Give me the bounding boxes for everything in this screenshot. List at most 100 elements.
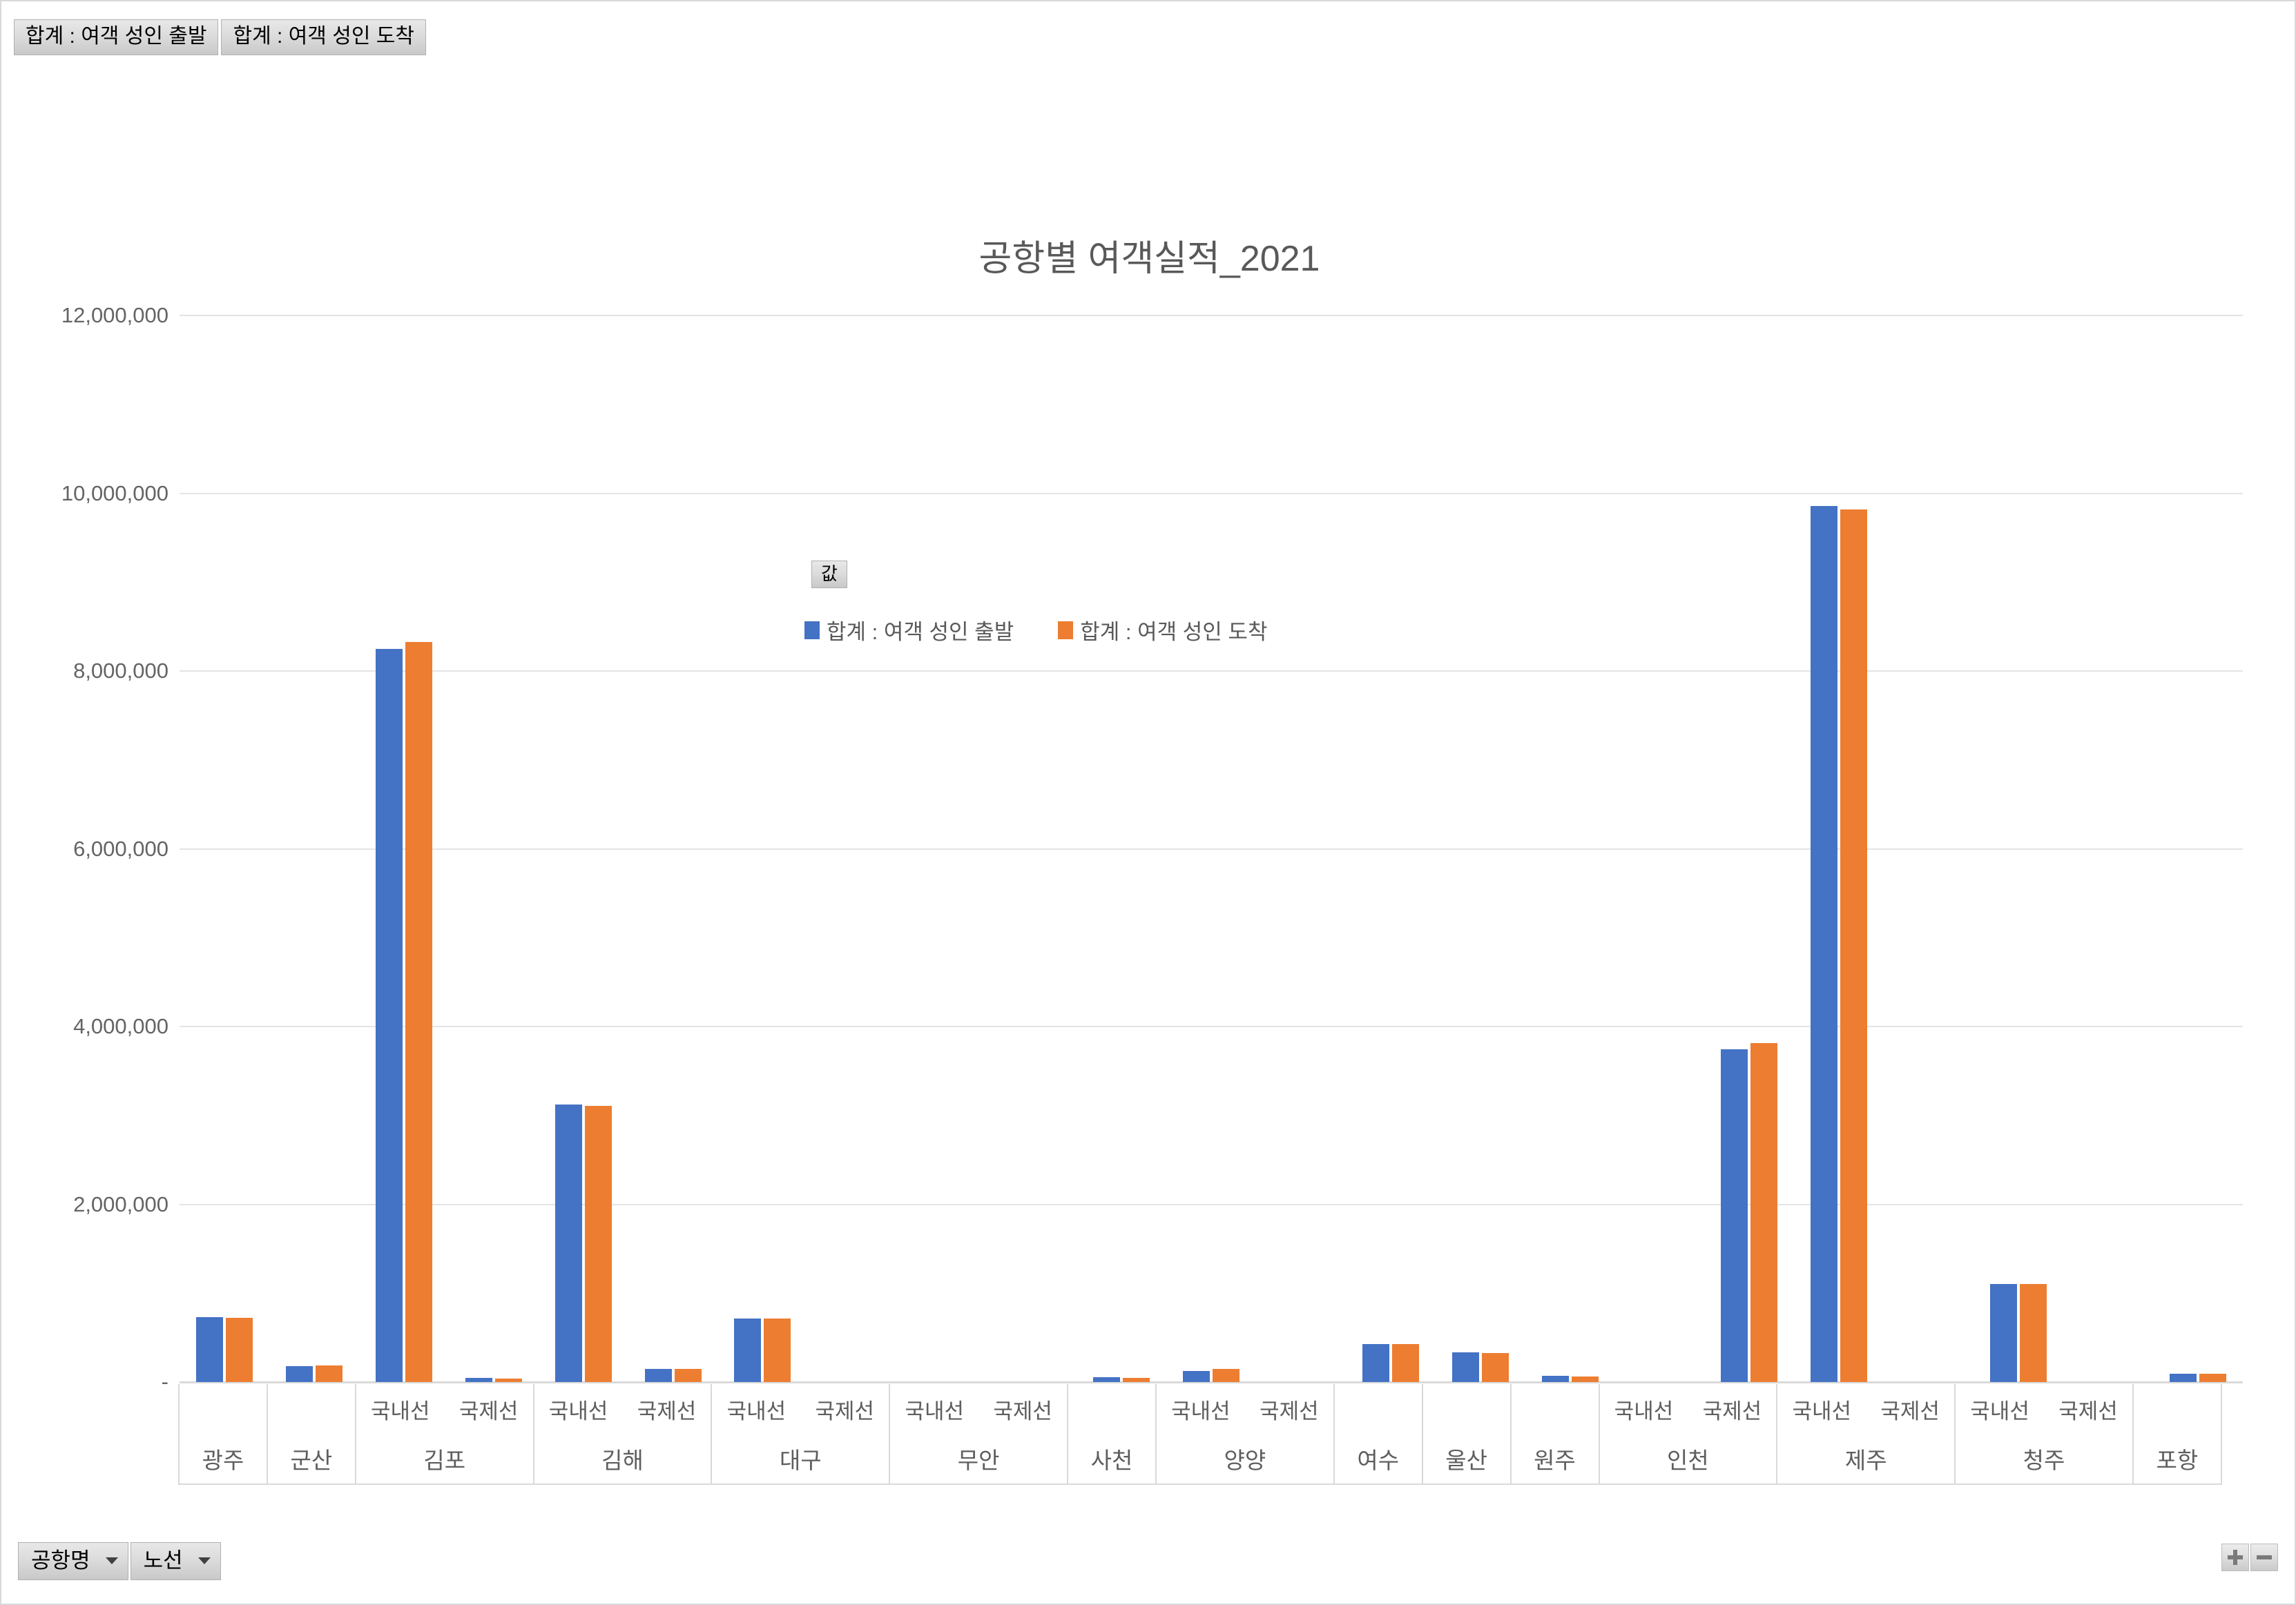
category-sublabel-row [1335, 1384, 1422, 1434]
bar[interactable] [1840, 509, 1868, 1382]
expand-field-button[interactable] [2221, 1544, 2249, 1571]
category-group[interactable]: 국내선 국제선 김해 [532, 1384, 713, 1485]
collapse-field-button[interactable] [2250, 1544, 2278, 1571]
legend-entry[interactable]: 합계 : 여객 성인 도착 [1058, 614, 1267, 645]
bar[interactable] [315, 1365, 343, 1382]
category-group[interactable]: 원주 [1509, 1384, 1600, 1485]
y-axis-tick-label: 10,000,000 [61, 480, 168, 505]
bar[interactable] [1481, 1352, 1509, 1382]
category-sublabel: 국제선 [637, 1399, 697, 1423]
category-group[interactable]: 국내선 국제선 양양 [1155, 1384, 1335, 1485]
bar[interactable] [1990, 1283, 2018, 1382]
category-sublabel [268, 1384, 355, 1434]
category-group[interactable]: 광주 [178, 1384, 268, 1485]
y-axis-tick-label: 4,000,000 [73, 1014, 168, 1038]
category-sublabel: 국내선 [726, 1399, 787, 1423]
category-sublabel: 국제선 [2058, 1399, 2118, 1423]
category-group[interactable]: 국내선 국제선 김포 [354, 1384, 534, 1485]
value-field-button-departure[interactable]: 합계 : 여객 성인 출발 [14, 19, 219, 55]
category-group[interactable]: 포항 [2132, 1384, 2222, 1485]
category-group-label: 군산 [290, 1448, 333, 1474]
category-sublabel: 국제선 [993, 1399, 1052, 1423]
bar[interactable] [2199, 1374, 2227, 1382]
category-group[interactable]: 국내선 국제선 무안 [889, 1384, 1069, 1485]
bar[interactable] [405, 641, 432, 1382]
bar[interactable] [1123, 1377, 1150, 1382]
category-sublabel: 국내선 [370, 1399, 430, 1423]
bar[interactable] [1093, 1377, 1121, 1382]
bar[interactable] [1391, 1344, 1419, 1382]
chart-title: 공항별 여객실적_2021 [978, 239, 1320, 279]
category-sublabel-row [180, 1384, 267, 1434]
category-sublabel-row: 국내선 국제선 [712, 1384, 889, 1434]
legend-field-button-values[interactable]: 값 [811, 561, 847, 588]
category-sublabel: 국제선 [815, 1399, 875, 1423]
chevron-down-icon [197, 1557, 211, 1564]
category-group[interactable]: 울산 [1421, 1384, 1512, 1485]
category-group[interactable]: 국내선 국제선청주 [1954, 1384, 2134, 1485]
category-sublabel-row: 국내선 국제선 [1157, 1384, 1333, 1434]
axis-field-button-airport[interactable]: 공항명 [18, 1542, 128, 1580]
category-sublabel: 국제선 [1702, 1399, 1762, 1423]
bar[interactable] [1721, 1049, 1748, 1382]
bar[interactable] [375, 648, 403, 1382]
bar[interactable] [644, 1368, 672, 1382]
bar[interactable] [2170, 1373, 2197, 1382]
category-group-label: 제주 [1844, 1448, 1887, 1474]
bar[interactable] [734, 1318, 762, 1382]
bar[interactable] [1811, 506, 1838, 1382]
bar[interactable] [1213, 1368, 1239, 1382]
category-sublabel-row [1423, 1384, 1510, 1434]
chevron-down-icon [105, 1557, 118, 1564]
legend-swatch-icon [804, 621, 820, 639]
category-sublabel: 국제선 [1880, 1399, 1940, 1423]
category-sublabel-row: 국내선 국제선 [534, 1384, 711, 1434]
category-group[interactable]: 국내선 국제선 인천 [1598, 1384, 1778, 1485]
bar[interactable] [285, 1365, 313, 1382]
value-field-button-arrival-label: 합계 : 여객 성인 도착 [233, 25, 414, 48]
category-group[interactable]: 국내선 국제선대구 [711, 1384, 891, 1485]
category-group[interactable]: 사천 [1067, 1384, 1157, 1485]
category-group-label: 대구 [779, 1448, 822, 1474]
category-group[interactable]: 여수 [1333, 1384, 1423, 1485]
y-axis-tick-label: 12,000,000 [61, 303, 168, 327]
category-group-label: 여수 [1357, 1448, 1400, 1474]
bar[interactable] [1362, 1343, 1389, 1382]
value-field-button-arrival[interactable]: 합계 : 여객 성인 도착 [221, 19, 426, 55]
category-axis: 광주 군산 국내선 국제선 김포 국내선 국제선 김해 국내선 국제선 대구 국내선 국제선 무안 사천 국내… [178, 1384, 2243, 1485]
category-group-label: 원주 [1534, 1448, 1576, 1474]
category-group[interactable]: 국내선 국제선제주 [1776, 1384, 1956, 1485]
bar[interactable] [1750, 1042, 1778, 1382]
category-sublabel-row: 국내선 국제선 [1777, 1384, 1954, 1434]
bar[interactable] [1541, 1376, 1569, 1382]
bar[interactable] [465, 1378, 492, 1382]
category-sublabel [180, 1384, 267, 1434]
category-sublabel-row [268, 1384, 355, 1434]
bar[interactable] [1183, 1370, 1210, 1382]
category-group-label: 청주 [2023, 1448, 2065, 1474]
axis-field-button-route[interactable]: 노선 [130, 1542, 221, 1580]
bar[interactable] [2020, 1284, 2047, 1382]
category-sublabel [2134, 1384, 2221, 1434]
category-sublabel: 국제선 [459, 1399, 519, 1423]
category-sublabel-row [1068, 1384, 1155, 1434]
expand-collapse-controls [2221, 1544, 2278, 1571]
bar[interactable] [1571, 1377, 1599, 1382]
chart-legend: 합계 : 여객 성인 출발 합계 : 여객 성인 도착 [804, 614, 1267, 645]
category-sublabel: 국내선 [1970, 1399, 2029, 1423]
bar[interactable] [764, 1318, 791, 1382]
bar[interactable] [195, 1317, 223, 1382]
category-sublabel-row: 국내선 국제선 [1600, 1384, 1777, 1434]
bar[interactable] [584, 1106, 612, 1382]
bar[interactable] [1451, 1352, 1479, 1382]
bar[interactable] [225, 1318, 253, 1382]
bar[interactable] [674, 1369, 702, 1382]
bar[interactable] [554, 1105, 582, 1382]
plot-area [180, 315, 2243, 1383]
category-sublabel: 국내선 [548, 1399, 608, 1423]
pivot-chart-window: 합계 : 여객 성인 출발 합계 : 여객 성인 도착 공항별 여객실적_202… [0, 0, 2296, 1605]
category-group[interactable]: 군산 [266, 1384, 356, 1485]
bar[interactable] [494, 1379, 522, 1382]
category-sublabel: 국내선 [1614, 1399, 1674, 1423]
legend-entry[interactable]: 합계 : 여객 성인 출발 [804, 614, 1014, 645]
